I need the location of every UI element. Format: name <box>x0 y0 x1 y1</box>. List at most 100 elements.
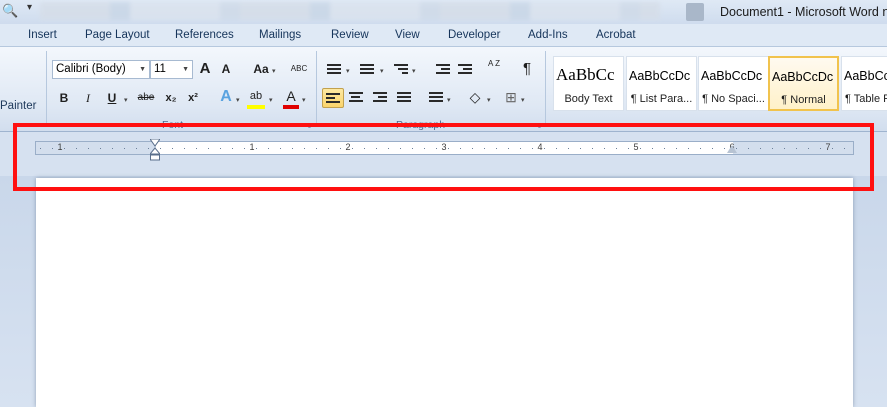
grow-font-button[interactable]: A <box>197 60 213 80</box>
tab-acrobat[interactable]: Acrobat <box>596 29 636 41</box>
ruler-tick <box>184 148 185 149</box>
ruler-number: 5 <box>633 142 639 152</box>
right-indent-marker-icon[interactable] <box>727 145 737 153</box>
ruler-tick <box>556 148 557 149</box>
ruler-tick <box>304 148 305 149</box>
chevron-down-icon[interactable]: ▾ <box>272 67 276 75</box>
dialog-launcher-icon[interactable]: ↘ <box>535 121 542 130</box>
superscript-button[interactable]: x² <box>185 89 201 109</box>
chevron-down-icon[interactable]: ▾ <box>346 67 350 75</box>
chevron-down-icon[interactable]: ▾ <box>269 96 273 104</box>
ruler-tick <box>340 148 341 149</box>
ruler-tick <box>232 148 233 149</box>
borders-icon[interactable]: ⊞ <box>503 88 519 108</box>
increase-indent-icon[interactable] <box>458 64 472 76</box>
chevron-down-icon[interactable]: ▾ <box>447 96 451 104</box>
strikethrough-button[interactable]: abe <box>135 89 157 109</box>
decrease-indent-icon[interactable] <box>436 64 450 76</box>
font-name-value: Calibri (Body) <box>56 63 126 75</box>
ruler-tick <box>772 148 773 149</box>
style-sample: AaBbCc <box>556 65 615 84</box>
show-marks-button[interactable]: ¶ <box>520 60 534 80</box>
tab-review[interactable]: Review <box>331 29 369 41</box>
ruler-tick <box>208 148 209 149</box>
align-right-icon[interactable] <box>373 92 387 104</box>
style-name: ¶ List Para... <box>630 93 693 105</box>
ruler-number: 3 <box>441 142 447 152</box>
document-page[interactable] <box>36 178 853 407</box>
align-center-icon[interactable] <box>349 92 363 104</box>
chevron-down-icon[interactable]: ▾ <box>380 67 384 75</box>
shading-icon[interactable]: ◇ <box>466 88 484 108</box>
ruler-tick <box>400 148 401 149</box>
tab-insert[interactable]: Insert <box>28 29 57 41</box>
chevron-down-icon[interactable]: ▾ <box>487 96 491 104</box>
tab-page-layout[interactable]: Page Layout <box>85 29 150 41</box>
underline-button[interactable]: U <box>105 89 119 109</box>
dialog-launcher-icon[interactable]: ↘ <box>305 121 312 130</box>
chevron-down-icon[interactable]: ▼ <box>139 66 146 73</box>
style-table-paragraph[interactable]: AaBbCc ¶ Table P <box>841 56 887 111</box>
ruler-tick <box>268 148 269 149</box>
customize-qat-dropdown-icon[interactable]: ▾ <box>27 2 32 13</box>
chevron-down-icon[interactable]: ▾ <box>236 96 240 104</box>
style-no-spacing[interactable]: AaBbCcDc ¶ No Spaci... <box>698 56 769 111</box>
ruler-tick <box>136 148 137 149</box>
tab-mailings[interactable]: Mailings <box>259 29 301 41</box>
subscript-button[interactable]: x₂ <box>163 89 179 109</box>
ruler-tick <box>280 148 281 149</box>
sort-button[interactable]: A Z <box>486 59 502 79</box>
style-list-paragraph[interactable]: AaBbCcDc ¶ List Para... <box>626 56 697 111</box>
line-spacing-icon[interactable] <box>429 92 443 104</box>
style-sample: AaBbCc <box>844 69 887 83</box>
tab-developer[interactable]: Developer <box>448 29 500 41</box>
indent-marker-icon[interactable] <box>150 139 160 161</box>
ruler-tick <box>652 148 653 149</box>
ruler-tick <box>664 148 665 149</box>
highlight-color-bar <box>247 105 265 109</box>
font-size-combo[interactable]: 11 ▼ <box>150 60 193 79</box>
ruler-tick <box>124 148 125 149</box>
ruler-tick <box>412 148 413 149</box>
chevron-down-icon[interactable]: ▾ <box>302 96 306 104</box>
ruler-tick <box>244 148 245 149</box>
chevron-down-icon[interactable]: ▾ <box>124 96 128 104</box>
chevron-down-icon[interactable]: ▼ <box>182 66 189 73</box>
tab-view[interactable]: View <box>395 29 420 41</box>
ruler-tick <box>496 148 497 149</box>
style-body-text[interactable]: AaBbCc Body Text <box>553 56 624 111</box>
change-case-button[interactable]: Aa <box>251 60 271 80</box>
bold-button[interactable]: B <box>57 89 71 109</box>
ruler-tick <box>568 148 569 149</box>
ruler-tick <box>160 148 161 149</box>
bullets-icon[interactable] <box>327 64 341 76</box>
ribbon: Painter Calibri (Body) ▼ 11 ▼ A A Aa ▾ A… <box>0 46 887 132</box>
numbering-icon[interactable] <box>360 64 374 76</box>
chevron-down-icon[interactable]: ▾ <box>412 67 416 75</box>
align-left-button[interactable] <box>322 88 344 108</box>
clear-formatting-button[interactable]: ABC <box>290 60 308 80</box>
ruler-tick <box>424 148 425 149</box>
chevron-down-icon[interactable]: ▾ <box>521 96 525 104</box>
italic-button[interactable]: I <box>81 89 95 109</box>
right-margin-zone <box>733 142 853 154</box>
style-sample: AaBbCcDc <box>772 70 834 84</box>
print-preview-icon[interactable]: 🔍 <box>2 3 18 19</box>
multilevel-list-icon[interactable] <box>394 64 408 76</box>
shrink-font-button[interactable]: A <box>219 60 233 80</box>
highlight-button[interactable]: ab <box>247 87 265 107</box>
ruler-number: 7 <box>825 142 831 152</box>
tab-references[interactable]: References <box>175 29 234 41</box>
ruler-number: 4 <box>537 142 543 152</box>
style-normal[interactable]: AaBbCcDc ¶ Normal <box>768 56 839 111</box>
ruler-tick <box>52 148 53 149</box>
group-separator <box>545 51 546 127</box>
justify-icon[interactable] <box>397 92 411 104</box>
tab-add-ins[interactable]: Add-Ins <box>528 29 568 41</box>
ruler-tick <box>388 148 389 149</box>
format-painter-label[interactable]: Painter <box>0 100 36 112</box>
font-color-button[interactable]: A <box>283 87 299 107</box>
font-name-combo[interactable]: Calibri (Body) ▼ <box>52 60 150 79</box>
ruler-tick <box>100 148 101 149</box>
text-effects-button[interactable]: A <box>217 88 235 108</box>
